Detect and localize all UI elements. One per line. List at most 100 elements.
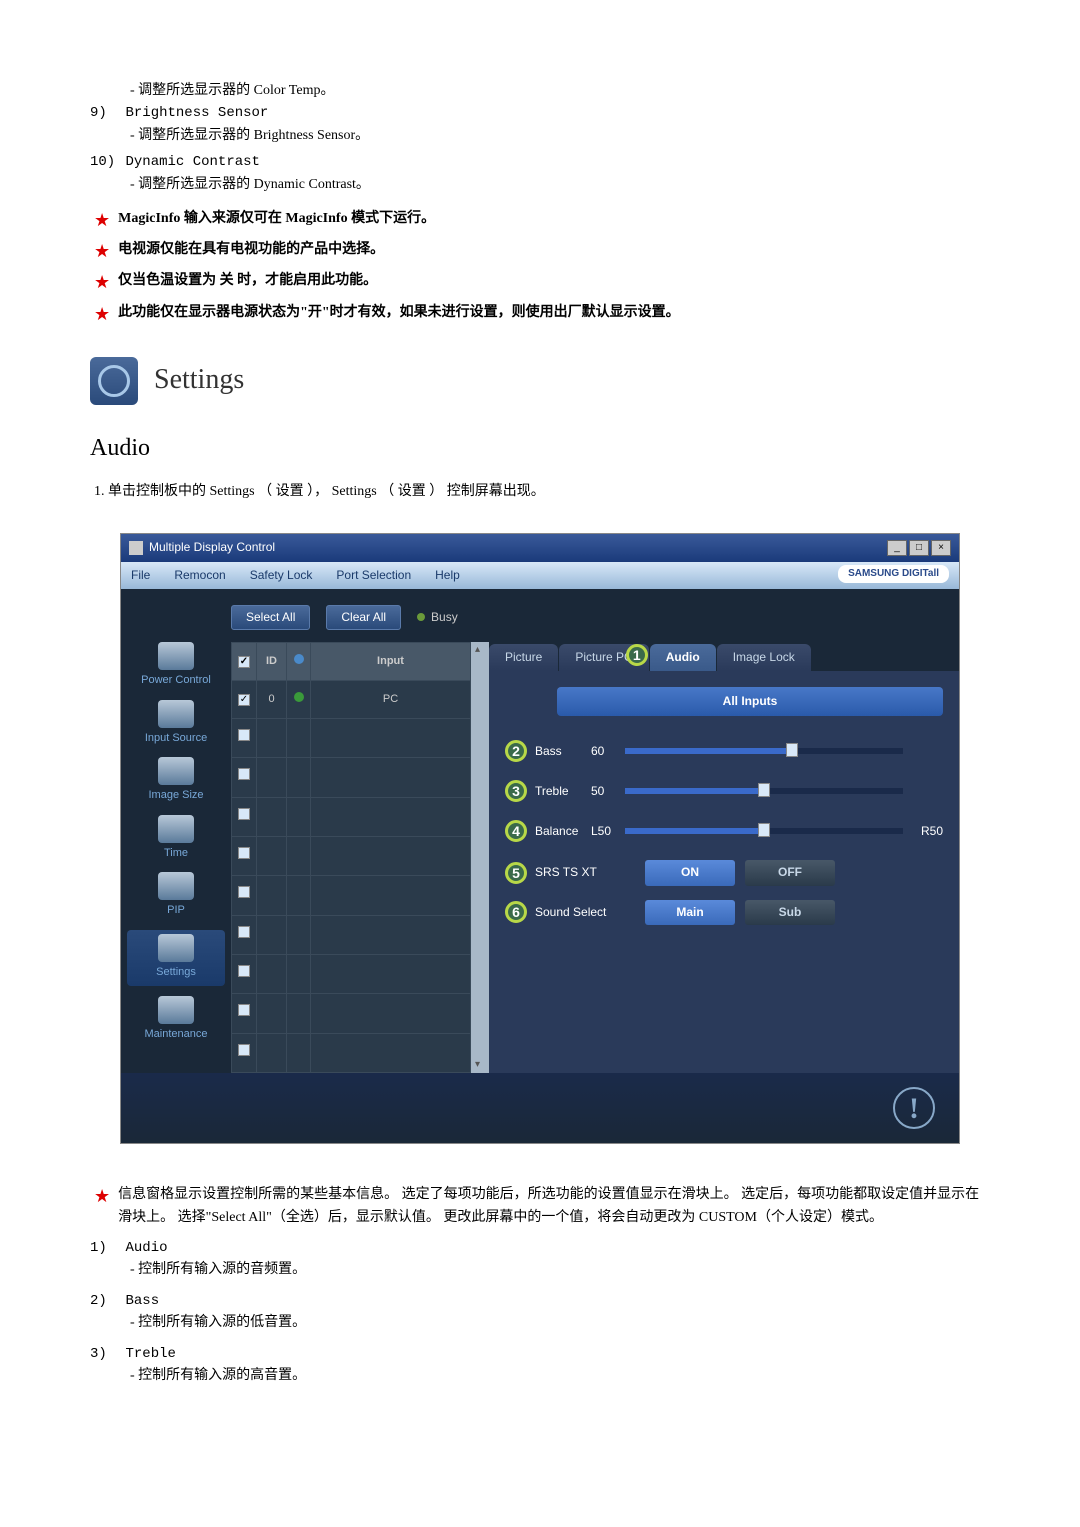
busy-dot-icon bbox=[417, 613, 425, 621]
top-list: - 调整所选显示器的 Color Temp。 9) Brightness Sen… bbox=[90, 80, 990, 196]
slider-track[interactable] bbox=[625, 748, 903, 754]
sidebar-item-image-size[interactable]: Image Size bbox=[127, 757, 225, 805]
slider-treble[interactable]: 3Treble50 bbox=[505, 780, 943, 802]
list-desc: - 控制所有输入源的低音置。 bbox=[130, 1312, 990, 1334]
table-row[interactable]: 0 PC bbox=[232, 680, 471, 718]
list-title: Audio bbox=[126, 1240, 168, 1256]
star-icon: ★ bbox=[94, 1184, 110, 1209]
list-desc: - 调整所选显示器的 Dynamic Contrast。 bbox=[130, 174, 990, 196]
power-icon bbox=[158, 642, 194, 670]
list-title: Dynamic Contrast bbox=[126, 154, 260, 170]
tab-audio[interactable]: 1 Audio bbox=[650, 644, 716, 671]
toggle-label: Sound Select bbox=[535, 903, 635, 922]
toggle-off-button[interactable]: Sub bbox=[745, 900, 835, 925]
slider-tail: R50 bbox=[909, 822, 943, 841]
badge-icon: 2 bbox=[505, 740, 527, 762]
badge-icon: 4 bbox=[505, 820, 527, 842]
star-icon: ★ bbox=[94, 302, 110, 327]
list-desc: - 调整所选显示器的 Brightness Sensor。 bbox=[130, 125, 990, 147]
tab-picture[interactable]: Picture bbox=[489, 644, 558, 671]
slider-thumb[interactable] bbox=[758, 783, 770, 797]
slider-value: L50 bbox=[591, 822, 625, 841]
menu-file[interactable]: File bbox=[131, 566, 150, 585]
list-desc: - 控制所有输入源的高音置。 bbox=[130, 1365, 990, 1387]
grid-scrollbar[interactable] bbox=[471, 642, 489, 1073]
numbered-list: 1) Audio - 控制所有输入源的音频置。 2) Bass - 控制所有输入… bbox=[90, 1237, 990, 1387]
toggle-off-button[interactable]: OFF bbox=[745, 860, 835, 885]
select-all-button[interactable]: Select All bbox=[231, 605, 310, 630]
audio-heading: Audio bbox=[90, 429, 990, 467]
sidebar: Power Control Input Source Image Size Ti… bbox=[121, 642, 231, 1073]
display-grid: ID Input 0 PC bbox=[231, 642, 471, 1073]
slider-track[interactable] bbox=[625, 828, 903, 834]
star-icon: ★ bbox=[94, 270, 110, 295]
settings-icon bbox=[90, 357, 138, 405]
settings-tabs: Picture Picture PC 1 Audio Image Lock bbox=[489, 642, 959, 671]
menu-remocon[interactable]: Remocon bbox=[174, 566, 225, 585]
col-status[interactable] bbox=[287, 643, 311, 681]
menu-help[interactable]: Help bbox=[435, 566, 460, 585]
all-inputs-button[interactable]: All Inputs bbox=[557, 687, 943, 716]
settings-panel: Picture Picture PC 1 Audio Image Lock Al… bbox=[489, 642, 959, 1073]
menu-safety-lock[interactable]: Safety Lock bbox=[250, 566, 313, 585]
pip-icon bbox=[158, 872, 194, 900]
maximize-button[interactable]: □ bbox=[909, 540, 929, 556]
table-row[interactable] bbox=[232, 915, 471, 954]
list-num: 10) bbox=[90, 151, 122, 173]
window-title: Multiple Display Control bbox=[149, 538, 887, 557]
close-button[interactable]: × bbox=[931, 540, 951, 556]
slider-track[interactable] bbox=[625, 788, 903, 794]
status-dot-icon bbox=[294, 692, 304, 702]
settings-sidebar-icon bbox=[158, 934, 194, 962]
table-row[interactable] bbox=[232, 1033, 471, 1072]
brand-badge: SAMSUNG DIGITall bbox=[838, 565, 949, 583]
settings-header: Settings bbox=[90, 357, 990, 405]
badge-icon: 5 bbox=[505, 862, 527, 884]
table-row[interactable] bbox=[232, 955, 471, 994]
maintenance-icon bbox=[158, 996, 194, 1024]
sidebar-item-settings[interactable]: Settings bbox=[127, 930, 225, 986]
slider-bass[interactable]: 2 Bass60 bbox=[505, 740, 943, 762]
sidebar-item-maintenance[interactable]: Maintenance bbox=[127, 996, 225, 1044]
list-num: 3) bbox=[90, 1343, 122, 1365]
slider-balance[interactable]: 4 BalanceL50 R50 bbox=[505, 820, 943, 842]
sidebar-item-pip[interactable]: PIP bbox=[127, 872, 225, 920]
list-title: Bass bbox=[126, 1293, 160, 1309]
table-row[interactable] bbox=[232, 837, 471, 876]
menubar: File Remocon Safety Lock Port Selection … bbox=[121, 562, 959, 589]
clear-all-button[interactable]: Clear All bbox=[326, 605, 401, 630]
col-input[interactable]: Input bbox=[311, 643, 471, 681]
status-icon bbox=[294, 654, 304, 664]
col-checkbox[interactable] bbox=[232, 643, 257, 681]
slider-label: Balance bbox=[535, 822, 591, 841]
table-row[interactable] bbox=[232, 758, 471, 797]
table-row[interactable] bbox=[232, 994, 471, 1033]
slider-value: 50 bbox=[591, 782, 625, 801]
toggle-on-button[interactable]: Main bbox=[645, 900, 735, 925]
sidebar-item-input[interactable]: Input Source bbox=[127, 700, 225, 748]
table-row[interactable] bbox=[232, 718, 471, 757]
row-checkbox[interactable] bbox=[238, 694, 250, 706]
toggle-srs-ts-xt: 5SRS TS XTONOFF bbox=[505, 860, 943, 885]
time-icon bbox=[158, 815, 194, 843]
list-num: 9) bbox=[90, 102, 122, 124]
status-bar: ! bbox=[121, 1073, 959, 1143]
minimize-button[interactable]: _ bbox=[887, 540, 907, 556]
menu-port-selection[interactable]: Port Selection bbox=[336, 566, 411, 585]
sidebar-item-power[interactable]: Power Control bbox=[127, 642, 225, 690]
step-text: 1. 单击控制板中的 Settings （ 设置 ）， Settings （ 设… bbox=[94, 481, 990, 503]
slider-value: 60 bbox=[591, 742, 625, 761]
slider-thumb[interactable] bbox=[786, 743, 798, 757]
table-row[interactable] bbox=[232, 876, 471, 915]
col-id[interactable]: ID bbox=[257, 643, 287, 681]
toggle-on-button[interactable]: ON bbox=[645, 860, 735, 885]
slider-thumb[interactable] bbox=[758, 823, 770, 837]
sidebar-item-time[interactable]: Time bbox=[127, 815, 225, 863]
list-desc: - 调整所选显示器的 Color Temp。 bbox=[130, 80, 990, 102]
list-num: 2) bbox=[90, 1290, 122, 1312]
tab-image-lock[interactable]: Image Lock bbox=[717, 644, 811, 671]
table-row[interactable] bbox=[232, 797, 471, 836]
badge-1: 1 bbox=[626, 644, 648, 666]
slider-label: Bass bbox=[535, 742, 591, 761]
info-icon[interactable]: ! bbox=[893, 1087, 935, 1129]
